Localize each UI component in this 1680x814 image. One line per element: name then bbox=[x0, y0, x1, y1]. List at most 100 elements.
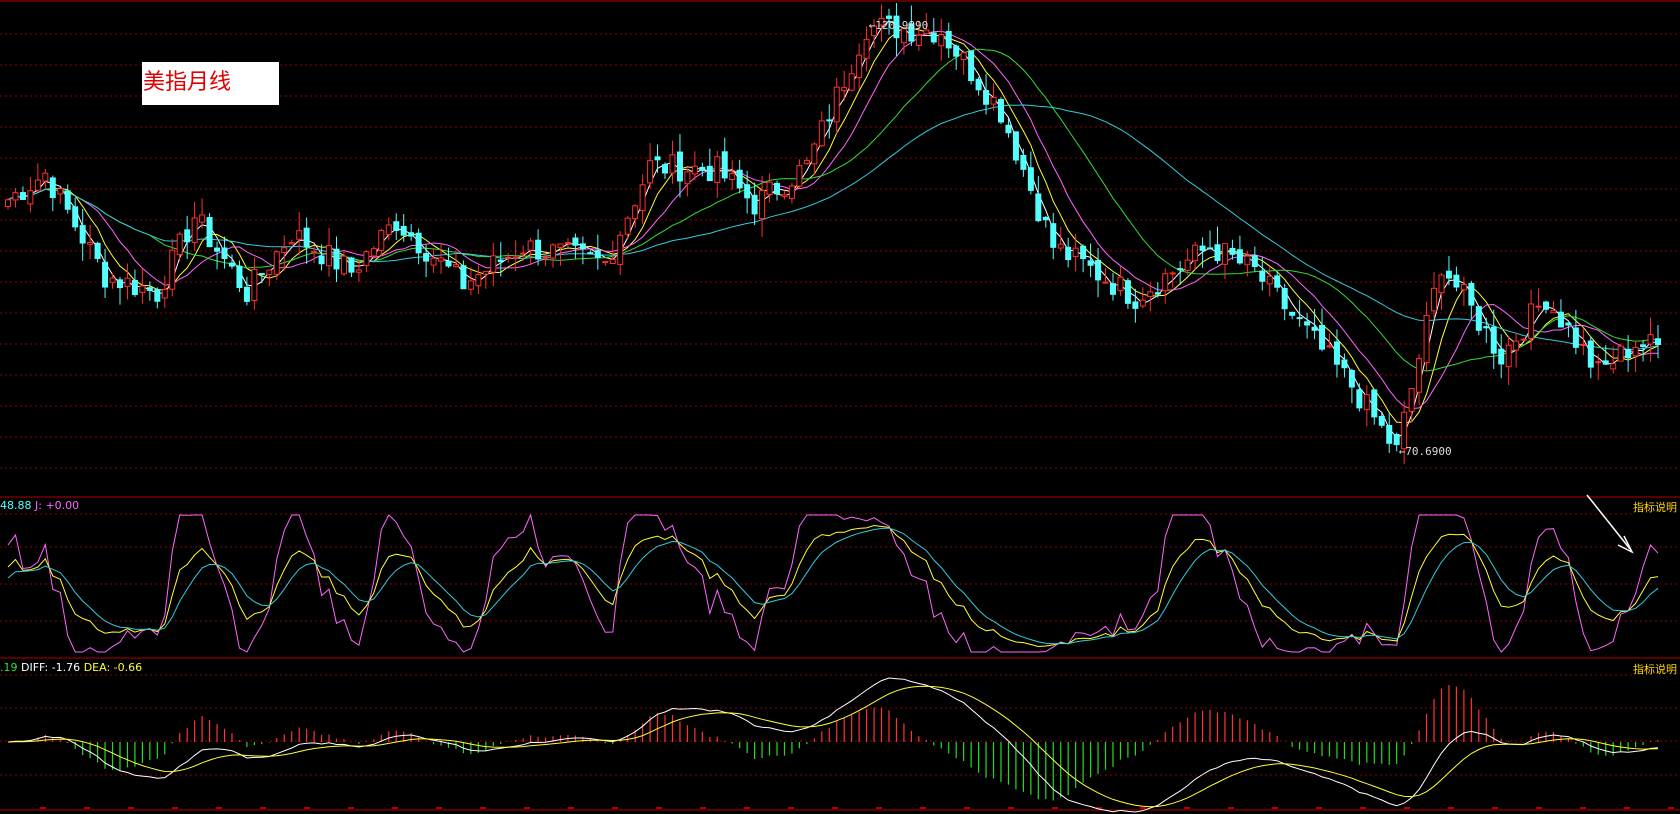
candle-body bbox=[176, 233, 183, 255]
annotation-arrow-head bbox=[1617, 535, 1634, 554]
candle-body bbox=[169, 249, 176, 290]
candle-body bbox=[318, 255, 325, 265]
candle-body bbox=[236, 265, 243, 289]
candle-body bbox=[654, 156, 661, 161]
candle-body bbox=[109, 277, 116, 283]
candle-body bbox=[490, 255, 497, 273]
candle-body bbox=[12, 192, 19, 201]
candle-body bbox=[1169, 272, 1176, 275]
candle-body bbox=[1042, 216, 1049, 221]
annotation-marks bbox=[1586, 494, 1634, 554]
candle-body bbox=[953, 45, 960, 57]
candle-body bbox=[721, 151, 728, 179]
candle-body bbox=[1393, 433, 1400, 446]
candle-body bbox=[1319, 324, 1326, 350]
candle-body bbox=[975, 78, 982, 91]
candle-body bbox=[997, 99, 1004, 123]
candle-body bbox=[5, 199, 11, 208]
candle-body bbox=[505, 256, 512, 259]
candle-body bbox=[191, 217, 198, 243]
candle-body bbox=[1050, 223, 1057, 248]
candle-body bbox=[1132, 301, 1139, 309]
candle-body bbox=[520, 252, 527, 255]
candle-body bbox=[602, 260, 609, 264]
macd-lines bbox=[7, 677, 1659, 813]
max-price-label: ←120.9890 bbox=[868, 19, 929, 33]
candle-body bbox=[1102, 281, 1109, 284]
candle-body bbox=[57, 188, 64, 195]
candle-body bbox=[1162, 273, 1169, 292]
candle-body bbox=[1281, 288, 1288, 310]
candle-body bbox=[214, 247, 221, 252]
candle-body bbox=[662, 164, 669, 174]
candle-body bbox=[691, 165, 698, 175]
candle-body bbox=[1655, 338, 1661, 345]
candle-body bbox=[430, 257, 437, 266]
candle-body bbox=[1244, 255, 1251, 266]
candle-body bbox=[684, 171, 691, 185]
candle-body bbox=[1333, 341, 1340, 365]
candle-body bbox=[796, 165, 803, 187]
candle-body bbox=[1139, 299, 1146, 307]
candle-body bbox=[273, 251, 280, 275]
candle-body bbox=[326, 245, 333, 267]
candle-body bbox=[1348, 370, 1355, 388]
kdj-explain-button[interactable]: 指标说明 bbox=[1632, 499, 1678, 515]
candle-body bbox=[1035, 193, 1042, 222]
candle-body bbox=[445, 260, 452, 267]
candle-body bbox=[803, 159, 810, 165]
candle-body bbox=[938, 33, 945, 47]
candle-body bbox=[1647, 334, 1654, 345]
macd-header-dea: DEA: -0.66 bbox=[83, 661, 143, 674]
candle-body bbox=[1640, 344, 1647, 347]
candle-body bbox=[1199, 245, 1206, 251]
macd-explain-button[interactable]: 指标说明 bbox=[1632, 661, 1678, 677]
candle-body bbox=[848, 73, 855, 91]
candle-body bbox=[781, 194, 788, 197]
candle-body bbox=[1184, 259, 1191, 271]
candle-body bbox=[139, 285, 146, 293]
candle-body bbox=[594, 250, 601, 259]
candle-body bbox=[736, 169, 743, 189]
candle-body bbox=[990, 96, 997, 105]
candle-body bbox=[1416, 358, 1423, 393]
macd-header: .19 DIFF: -1.76 DEA: -0.66 bbox=[0, 661, 142, 674]
candle-body bbox=[146, 287, 153, 291]
candle-body bbox=[818, 120, 825, 147]
candle-body bbox=[535, 239, 542, 260]
candle-body bbox=[1371, 389, 1378, 418]
candle-body bbox=[1214, 244, 1221, 261]
candle-body bbox=[788, 185, 795, 199]
candle-body bbox=[131, 279, 138, 295]
candle-body bbox=[79, 225, 86, 244]
candle-body bbox=[1065, 246, 1072, 261]
candle-body bbox=[1027, 167, 1034, 191]
candle-body bbox=[983, 90, 990, 105]
candle-body bbox=[1109, 283, 1116, 295]
candle-body bbox=[1341, 359, 1348, 369]
candle-body bbox=[1490, 326, 1497, 354]
candle-body bbox=[1535, 305, 1542, 308]
candle-body bbox=[1154, 292, 1161, 295]
candle-body bbox=[1505, 344, 1512, 368]
candle-body bbox=[1528, 303, 1535, 339]
candle-body bbox=[647, 160, 654, 184]
candle-body bbox=[841, 87, 848, 92]
candle-body bbox=[1580, 344, 1587, 347]
candle-body bbox=[311, 251, 318, 254]
candle-body bbox=[72, 206, 79, 228]
candle-body bbox=[624, 217, 631, 235]
chart-title: 美指月线 bbox=[143, 70, 232, 95]
candle-body bbox=[706, 165, 713, 182]
candle-body bbox=[27, 190, 34, 205]
candle-body bbox=[1229, 247, 1236, 255]
candle-body bbox=[1177, 268, 1184, 271]
candle-body bbox=[676, 151, 683, 182]
candle-body bbox=[915, 34, 922, 47]
candle-body bbox=[460, 265, 467, 290]
annotation-arrow-line bbox=[1586, 494, 1631, 550]
candle-body bbox=[930, 32, 937, 43]
candle-body bbox=[34, 179, 41, 191]
candle-body bbox=[863, 38, 870, 59]
candle-body bbox=[49, 177, 56, 199]
